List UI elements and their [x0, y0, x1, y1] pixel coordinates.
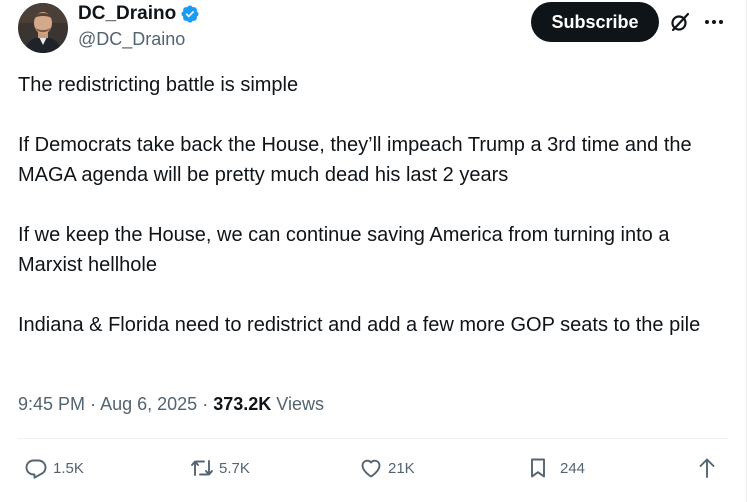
tweet-time[interactable]: 9:45 PM [18, 394, 85, 414]
grok-icon[interactable] [669, 11, 691, 33]
subscribe-button[interactable]: Subscribe [531, 2, 659, 42]
more-icon[interactable] [703, 12, 725, 32]
bookmark-button[interactable]: 244 [526, 455, 585, 481]
share-button[interactable] [695, 455, 719, 481]
reply-icon [25, 459, 47, 479]
reply-count: 1.5K [53, 459, 84, 477]
repost-icon [191, 460, 213, 476]
tweet-text: The redistricting battle is simple If De… [18, 70, 738, 340]
share-icon [699, 458, 715, 478]
tweet-date[interactable]: Aug 6, 2025 [100, 394, 197, 414]
divider [18, 438, 728, 439]
meta-separator: · [90, 394, 97, 414]
tweet-paragraph: The redistricting battle is simple [18, 74, 299, 96]
repost-count: 5.7K [219, 459, 250, 477]
repost-button[interactable]: 5.7K [190, 455, 250, 481]
views-label: Views [276, 394, 324, 414]
meta-separator: · [202, 394, 209, 414]
avatar[interactable] [18, 3, 68, 53]
tweet-paragraph: If Democrats take back the House, they’l… [18, 134, 692, 186]
like-button[interactable]: 21K [359, 455, 415, 481]
page-edge-border [746, 0, 747, 502]
author-name-row[interactable]: DC_Draino [78, 2, 200, 26]
author-handle[interactable]: @DC_Draino [78, 28, 185, 50]
heart-icon [361, 459, 381, 478]
views-count: 373.2K [213, 394, 272, 414]
tweet-meta: 9:45 PM · Aug 6, 2025 · 373.2K Views [18, 392, 324, 416]
like-count: 21K [388, 459, 415, 477]
author-display-name[interactable]: DC_Draino [78, 2, 176, 26]
tweet-paragraph: Indiana & Florida need to redistrict and… [18, 314, 701, 336]
reply-button[interactable]: 1.5K [24, 455, 84, 481]
tweet-paragraph: If we keep the House, we can continue sa… [18, 224, 670, 276]
verified-badge-icon [180, 4, 200, 24]
bookmark-icon [531, 458, 545, 478]
bookmark-count: 244 [560, 459, 586, 477]
